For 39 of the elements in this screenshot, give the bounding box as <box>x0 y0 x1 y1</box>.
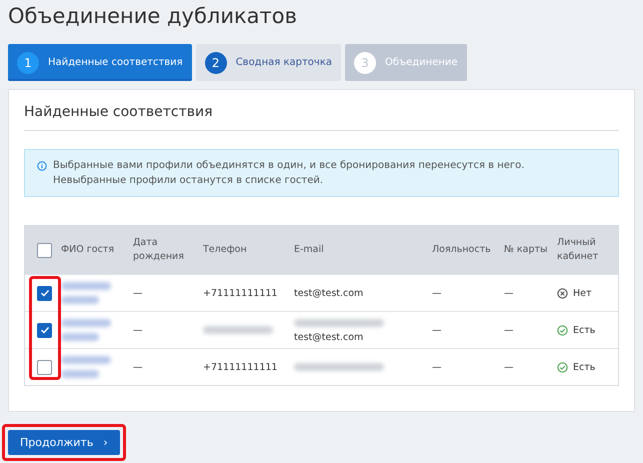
select-all-checkbox[interactable] <box>37 242 52 258</box>
row-checkbox[interactable] <box>37 286 52 300</box>
table-cell-text: test@test.com <box>294 286 364 300</box>
row-checkbox[interactable] <box>37 360 52 374</box>
account-status: Есть <box>573 324 596 336</box>
section-title: Найденные соответствия <box>24 104 619 131</box>
step-tab[interactable]: 1 Найденные соответствия <box>8 44 192 81</box>
column-header: E-mail <box>294 243 325 257</box>
row-checkbox[interactable] <box>37 322 52 338</box>
table-cell-text: — <box>504 286 514 300</box>
table-cell-text: +71111111111 <box>203 286 278 300</box>
table-cell-text: — <box>432 324 442 338</box>
column-header: Личный кабинет <box>557 236 600 264</box>
table-cell-text: — <box>133 286 144 300</box>
table-cell-text: — <box>133 360 144 374</box>
table-cell-text: test@test.com <box>294 330 364 344</box>
table-cell-text: — <box>504 324 514 338</box>
table-cell-text: — <box>133 324 144 338</box>
column-header: Лояльность <box>432 243 492 257</box>
check-icon <box>40 288 50 298</box>
check-circle-icon <box>557 362 568 372</box>
cross-circle-icon <box>557 288 568 298</box>
column-header: Телефон <box>203 243 248 257</box>
page-title: Объединение дубликатов <box>8 3 298 30</box>
table-cell-text: — <box>504 360 514 374</box>
step-tab[interactable]: 2 Сводная карточка <box>196 44 341 81</box>
account-status: Нет <box>573 288 592 298</box>
info-text: Выбранные вами профили объединятся в один, и все бронирования перенесутся в него. Невыбранные профили останутся в списке гостей. <box>53 159 524 188</box>
table-cell-text: +71111111111 <box>203 360 278 374</box>
check-circle-icon <box>557 324 568 336</box>
check-icon <box>40 325 50 335</box>
continue-button[interactable]: Продолжить › <box>8 430 120 455</box>
column-header: № карты <box>504 243 549 257</box>
table-cell-text: — <box>432 360 442 374</box>
info-icon <box>37 161 47 171</box>
table-cell-text: — <box>432 286 442 300</box>
column-header: ФИО гостя <box>61 243 116 257</box>
column-header: Дата рождения <box>133 236 185 264</box>
account-status: Есть <box>573 362 596 372</box>
